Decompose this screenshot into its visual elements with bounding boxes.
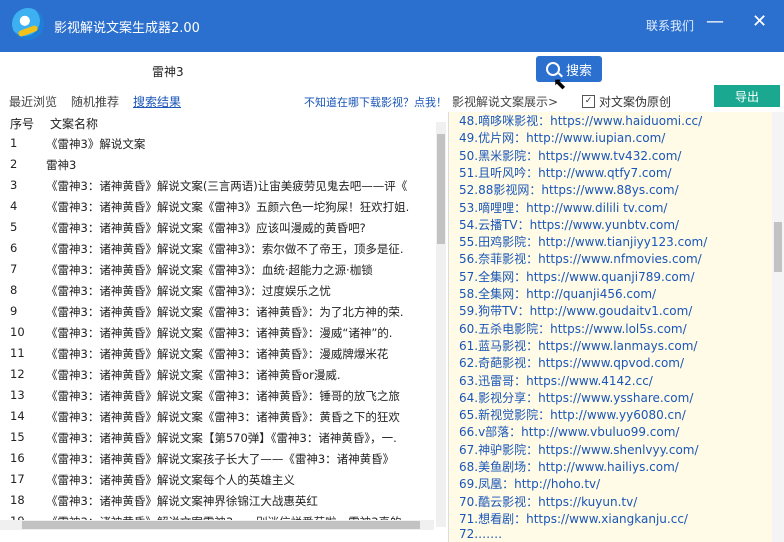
table-header: 序号 文案名称: [0, 112, 434, 132]
nav-bar: 最近浏览 随机推荐 搜索结果 不知道在哪下载影视？点我！ 影视解说文案展示> ✓…: [0, 90, 784, 112]
row-title: 《雷神3：诸神黄昏》解说文案《雷神3：诸神黄昏》：漫威“诸神”的.: [46, 326, 393, 340]
row-number: 7: [10, 262, 18, 276]
table-row[interactable]: 16 《雷神3：诸神黄昏》解说文案孩子长大了——《雷神3：诸神黄昏》: [0, 448, 434, 469]
tab-search-results[interactable]: 搜索结果: [133, 93, 181, 110]
search-button-label: 搜索: [565, 63, 592, 79]
table-row[interactable]: 8 《雷神3：诸神黄昏》解说文案《雷神3》：过度娱乐之忧: [0, 280, 434, 301]
app-title: 影视解说文案生成器2.00: [54, 21, 200, 36]
column-header-title: 文案名称: [50, 117, 99, 131]
row-title: 《雷神3：诸神黄昏》解说文案《雷神3：诸神黄昏》：锤哥的放飞之旅: [46, 389, 400, 403]
checkbox-label: 对文案伪原创: [599, 95, 672, 109]
results-table: 序号 文案名称 1 《雷神3》解说文案 2 雷神3 3 《雷神3：诸神黄昏》解说文案(三言…: [0, 112, 449, 542]
site-list-panel: 48.嘀哆咪影视：https://www.haiduomi.cc/49.优片网：…: [449, 112, 784, 542]
search-input[interactable]: [150, 60, 524, 82]
table-row[interactable]: 15 《雷神3：诸神黄昏》解说文案【第570弹】《雷神3：诸神黄昏》，一.: [0, 427, 434, 448]
row-number: 13: [10, 388, 25, 402]
row-number: 3: [10, 178, 18, 192]
row-title: 《雷神3：诸神黄昏》解说文案《雷神3》：血统·超能力之源·枷锁: [46, 263, 373, 277]
row-title: 《雷神3：诸神黄昏》解说文案孩子长大了——《雷神3：诸神黄昏》: [46, 452, 395, 466]
row-number: 11: [10, 346, 25, 360]
table-row[interactable]: 4 《雷神3：诸神黄昏》解说文案《雷神3》五颜六色一坨狗屎！狂欢打姐.: [0, 196, 434, 217]
contact-us-link[interactable]: 联系我们: [646, 17, 694, 34]
table-row[interactable]: 9 《雷神3：诸神黄昏》解说文案《雷神3：诸神黄昏》：为了北方神的荣.: [0, 301, 434, 322]
search-button[interactable]: 搜索: [536, 56, 602, 82]
row-title: 《雷神3：诸神黄昏》解说文案《雷神3》：过度娱乐之忧: [46, 284, 331, 298]
row-number: 4: [10, 199, 18, 213]
export-button[interactable]: 导出: [714, 85, 780, 107]
row-number: 10: [10, 325, 25, 339]
row-title: 《雷神3：诸神黄昏》解说文案《雷神3》应该叫漫威的黄昏吧?: [46, 221, 366, 235]
row-number: 16: [10, 451, 25, 465]
row-number: 18: [10, 493, 25, 507]
row-title: 《雷神3》解说文案: [46, 137, 146, 151]
table-row[interactable]: 13 《雷神3：诸神黄昏》解说文案《雷神3：诸神黄昏》：锤哥的放飞之旅: [0, 385, 434, 406]
row-number: 6: [10, 241, 18, 255]
download-hint-link[interactable]: 不知道在哪下载影视？点我！: [304, 94, 447, 110]
tab-recent[interactable]: 最近浏览: [9, 93, 57, 110]
row-number: 12: [10, 367, 25, 381]
search-bar: [0, 52, 784, 90]
table-row[interactable]: 2 雷神3: [0, 154, 434, 175]
row-number: 5: [10, 220, 18, 234]
close-button[interactable]: ✕: [752, 12, 767, 32]
table-row[interactable]: 12 《雷神3：诸神黄昏》解说文案《雷神3：诸神黄昏or漫威.: [0, 364, 434, 385]
title-bar: 影视解说文案生成器2.00 联系我们 — ✕: [0, 0, 784, 52]
site-list-item[interactable]: 72.……: [459, 527, 769, 542]
row-title: 《雷神3：诸神黄昏》解说文案《雷神3：诸神黄昏》：为了北方神的荣.: [46, 305, 404, 319]
table-row[interactable]: 6 《雷神3：诸神黄昏》解说文案《雷神3》：索尔做不了帝王，顶多是征.: [0, 238, 434, 259]
table-row[interactable]: 1 《雷神3》解说文案: [0, 133, 434, 154]
table-row[interactable]: 18 《雷神3：诸神黄昏》解说文案神界徐锦江大战惠英红: [0, 490, 434, 511]
row-number: 9: [10, 304, 18, 318]
scroll-thumb[interactable]: [437, 134, 445, 244]
row-title: 《雷神3：诸神黄昏》解说文案《雷神3：诸神黄昏or漫威.: [46, 368, 341, 382]
scroll-thumb[interactable]: [22, 521, 420, 529]
row-number: 14: [10, 409, 25, 423]
row-title: 雷神3: [46, 158, 77, 172]
row-number: 17: [10, 472, 25, 486]
row-number: 2: [10, 157, 18, 171]
scroll-thumb[interactable]: [774, 222, 782, 272]
checkbox-check-icon: ✓: [582, 95, 595, 108]
table-row[interactable]: 5 《雷神3：诸神黄昏》解说文案《雷神3》应该叫漫威的黄昏吧?: [0, 217, 434, 238]
row-number: 8: [10, 283, 18, 297]
row-title: 《雷神3：诸神黄昏》解说文案《雷神3》五颜六色一坨狗屎！狂欢打姐.: [46, 200, 410, 214]
table-row[interactable]: 3 《雷神3：诸神黄昏》解说文案(三言两语)让宙美疲劳见鬼去吧——评《: [0, 175, 434, 196]
row-title: 《雷神3：诸神黄昏》解说文案每个人的英雄主义: [46, 473, 295, 487]
table-row[interactable]: 17 《雷神3：诸神黄昏》解说文案每个人的英雄主义: [0, 469, 434, 490]
minimize-button[interactable]: —: [706, 12, 724, 32]
copy-showcase-link[interactable]: 影视解说文案展示>: [452, 93, 558, 110]
row-title: 《雷神3：诸神黄昏》解说文案《雷神3》：索尔做不了帝王，顶多是征.: [46, 242, 404, 256]
row-title: 《雷神3：诸神黄昏》解说文案(三言两语)让宙美疲劳见鬼去吧——评《: [46, 179, 408, 193]
table-row[interactable]: 7 《雷神3：诸神黄昏》解说文案《雷神3》：血统·超能力之源·枷锁: [0, 259, 434, 280]
vertical-scrollbar[interactable]: [436, 122, 446, 527]
row-title: 《雷神3：诸神黄昏》解说文案神界徐锦江大战惠英红: [46, 494, 318, 508]
app-logo-icon: [12, 8, 44, 40]
horizontal-scrollbar[interactable]: [0, 520, 434, 530]
pseudo-original-checkbox[interactable]: ✓ 对文案伪原创: [582, 93, 671, 110]
table-row[interactable]: 10 《雷神3：诸神黄昏》解说文案《雷神3：诸神黄昏》：漫威“诸神”的.: [0, 322, 434, 343]
tab-random[interactable]: 随机推荐: [71, 93, 119, 110]
row-title: 《雷神3：诸神黄昏》解说文案《雷神3：诸神黄昏》：黄昏之下的狂欢: [46, 410, 400, 424]
table-row[interactable]: 11 《雷神3：诸神黄昏》解说文案《雷神3：诸神黄昏》：漫威牌爆米花: [0, 343, 434, 364]
row-number: 15: [10, 430, 25, 444]
row-title: 《雷神3：诸神黄昏》解说文案【第570弹】《雷神3：诸神黄昏》，一.: [46, 431, 397, 445]
row-title: 《雷神3：诸神黄昏》解说文案《雷神3：诸神黄昏》：漫威牌爆米花: [46, 347, 389, 361]
site-list-scrollbar[interactable]: [772, 112, 784, 542]
row-number: 1: [10, 136, 18, 150]
column-header-number: 序号: [10, 117, 35, 131]
table-row[interactable]: 14 《雷神3：诸神黄昏》解说文案《雷神3：诸神黄昏》：黄昏之下的狂欢: [0, 406, 434, 427]
